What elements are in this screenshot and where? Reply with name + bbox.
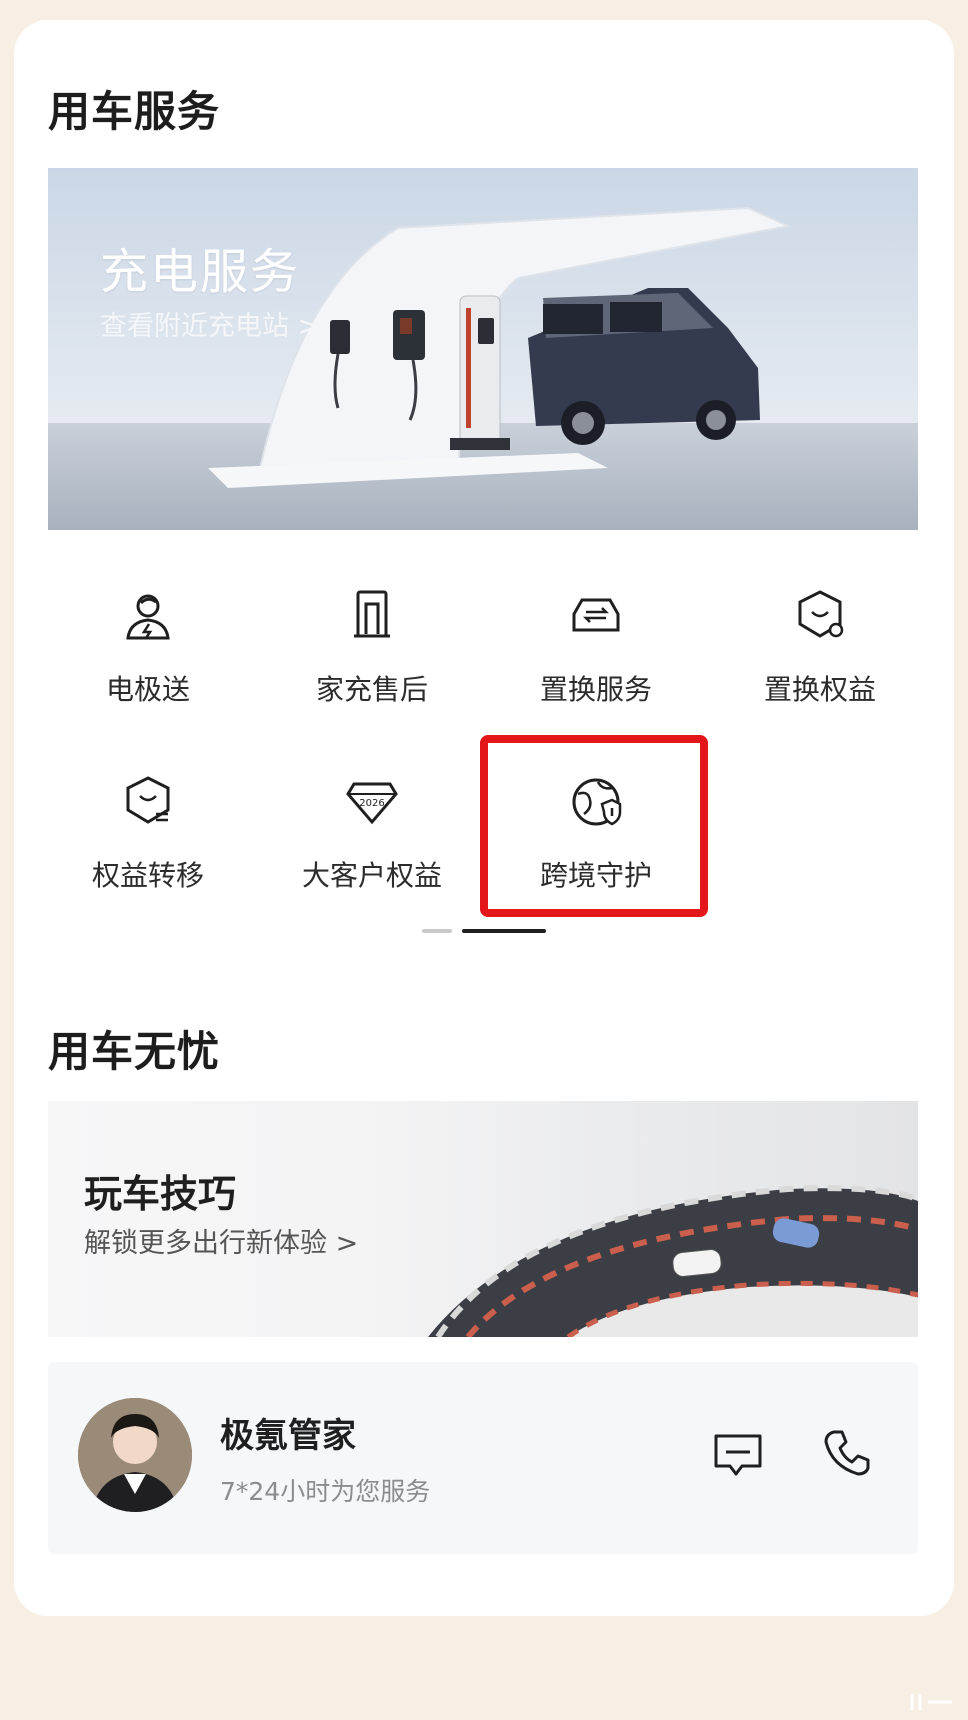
page-indicator-dot	[422, 929, 452, 933]
charging-service-banner[interactable]: 充电服务 查看附近充电站 >	[48, 168, 918, 530]
service-item-dianjisong[interactable]: 电极送	[48, 588, 248, 728]
service-item-label: 大客户权益	[301, 859, 442, 892]
service-person-icon	[126, 594, 170, 640]
service-item-home-charger[interactable]: 家充售后	[272, 588, 472, 728]
message-icon[interactable]	[712, 1428, 764, 1480]
highlight-box	[480, 735, 708, 917]
banner-subtitle-link[interactable]: 查看附近充电站 >	[100, 304, 320, 343]
phone-icon[interactable]	[822, 1426, 874, 1478]
home-charger-icon	[354, 590, 390, 638]
service-item-exchange-benefit[interactable]: 置换权益	[720, 588, 920, 728]
avatar	[78, 1398, 192, 1512]
charging-station-illustration	[208, 206, 792, 488]
service-item-label: 置换服务	[539, 673, 652, 706]
banner-title: 充电服务	[100, 244, 301, 300]
service-item-car-exchange[interactable]: 置换服务	[496, 588, 696, 728]
service-item-key-account[interactable]: 2026 大客户权益	[272, 774, 472, 914]
service-item-benefit-transfer[interactable]: 权益转移	[48, 774, 248, 914]
collapse-handle-icon	[910, 1694, 952, 1710]
diamond-2026-icon: 2026	[346, 782, 398, 825]
page-indicator-active	[462, 929, 546, 933]
benefit-transfer-icon	[126, 776, 170, 824]
steward-portrait	[78, 1398, 192, 1512]
service-item-label: 电极送	[105, 673, 190, 706]
car-tips-banner[interactable]: 玩车技巧 解锁更多出行新体验 >	[48, 1101, 918, 1337]
diamond-2026-text: 2026	[359, 798, 384, 809]
service-item-label: 家充售后	[315, 673, 428, 706]
car-exchange-icon	[572, 598, 620, 632]
service-item-label: 置换权益	[763, 673, 876, 706]
service-item-label: 权益转移	[91, 859, 204, 892]
race-track-illustration	[428, 1185, 918, 1337]
banner-subtitle-link[interactable]: 解锁更多出行新体验 >	[84, 1221, 358, 1260]
steward-card[interactable]: 极氪管家 7*24小时为您服务	[48, 1362, 918, 1554]
section-title-worry-free: 用车无忧	[48, 1027, 221, 1076]
banner-title: 玩车技巧	[84, 1172, 237, 1216]
steward-name: 极氪管家	[220, 1416, 356, 1456]
steward-subtitle: 7*24小时为您服务	[220, 1477, 431, 1506]
section-title-car-services: 用车服务	[48, 87, 221, 136]
exchange-benefit-icon	[798, 590, 844, 638]
